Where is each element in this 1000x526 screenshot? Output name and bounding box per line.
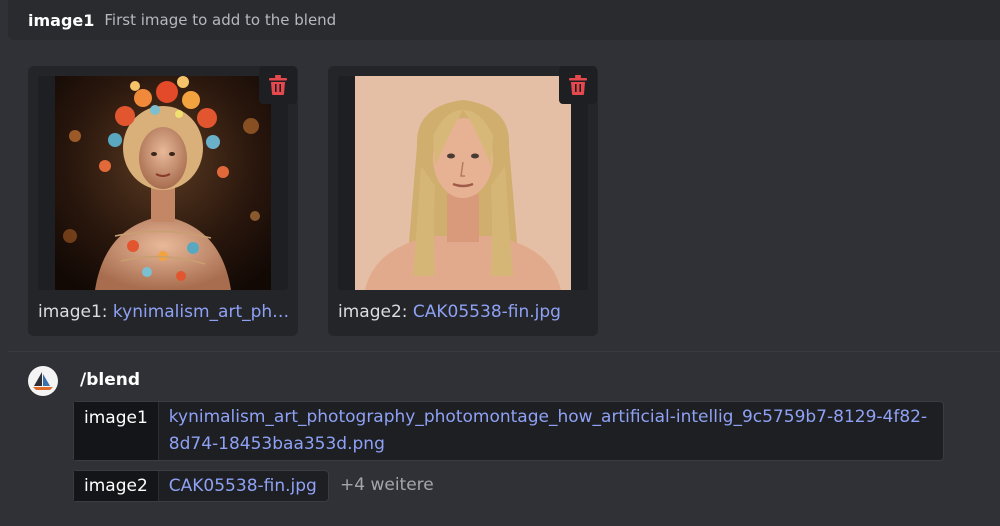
more-options-link[interactable]: +4 weitere [340, 475, 434, 495]
option-description: First image to add to the blend [104, 11, 337, 29]
attachment-thumbnail-frame [338, 76, 588, 290]
attachment-label: image1: [38, 302, 108, 322]
bot-avatar [28, 366, 58, 396]
param-label: image1 [74, 402, 159, 460]
command-param-image2[interactable]: image2 CAK05538-fin.jpg [73, 470, 329, 502]
param-value[interactable]: CAK05538-fin.jpg [159, 471, 327, 501]
delete-attachment-button[interactable] [559, 66, 597, 104]
attachment-caption: image2: CAK05538-fin.jpg [338, 302, 588, 322]
attachment-thumbnail-image2 [355, 76, 571, 290]
attachment-filename-link[interactable]: kynimalism_art_ph… [113, 302, 288, 322]
option-hint-bar: image1 First image to add to the blend [8, 0, 1000, 40]
slash-command-preview: /blend image1 kynimalism_art_photography… [8, 353, 1000, 526]
attachment-thumbnail-image1 [55, 76, 271, 290]
command-param-image1[interactable]: image1 kynimalism_art_photography_photom… [73, 401, 944, 461]
command-name: /blend [80, 370, 141, 390]
option-name: image1 [28, 10, 95, 30]
attachment-thumbnail-frame [38, 76, 288, 290]
attachment-label: image2: [338, 302, 408, 322]
attachment-filename-link[interactable]: CAK05538-fin.jpg [413, 302, 561, 322]
portrait-photo-image [355, 76, 571, 290]
attachment-card-image2[interactable]: image2: CAK05538-fin.jpg [328, 66, 598, 336]
attachment-card-image1[interactable]: image1: kynimalism_art_ph… [28, 66, 298, 336]
param-label: image2 [74, 471, 159, 501]
portrait-art-image [55, 76, 271, 290]
trash-icon [269, 75, 287, 95]
trash-icon [569, 75, 587, 95]
param-value[interactable]: kynimalism_art_photography_photomontage_… [159, 402, 943, 460]
sailboat-logo-icon [33, 372, 53, 390]
attachment-upload-area: image1: kynimalism_art_ph… image2: CAK05… [8, 40, 1000, 352]
attachment-caption: image1: kynimalism_art_ph… [38, 302, 288, 322]
delete-attachment-button[interactable] [259, 66, 297, 104]
